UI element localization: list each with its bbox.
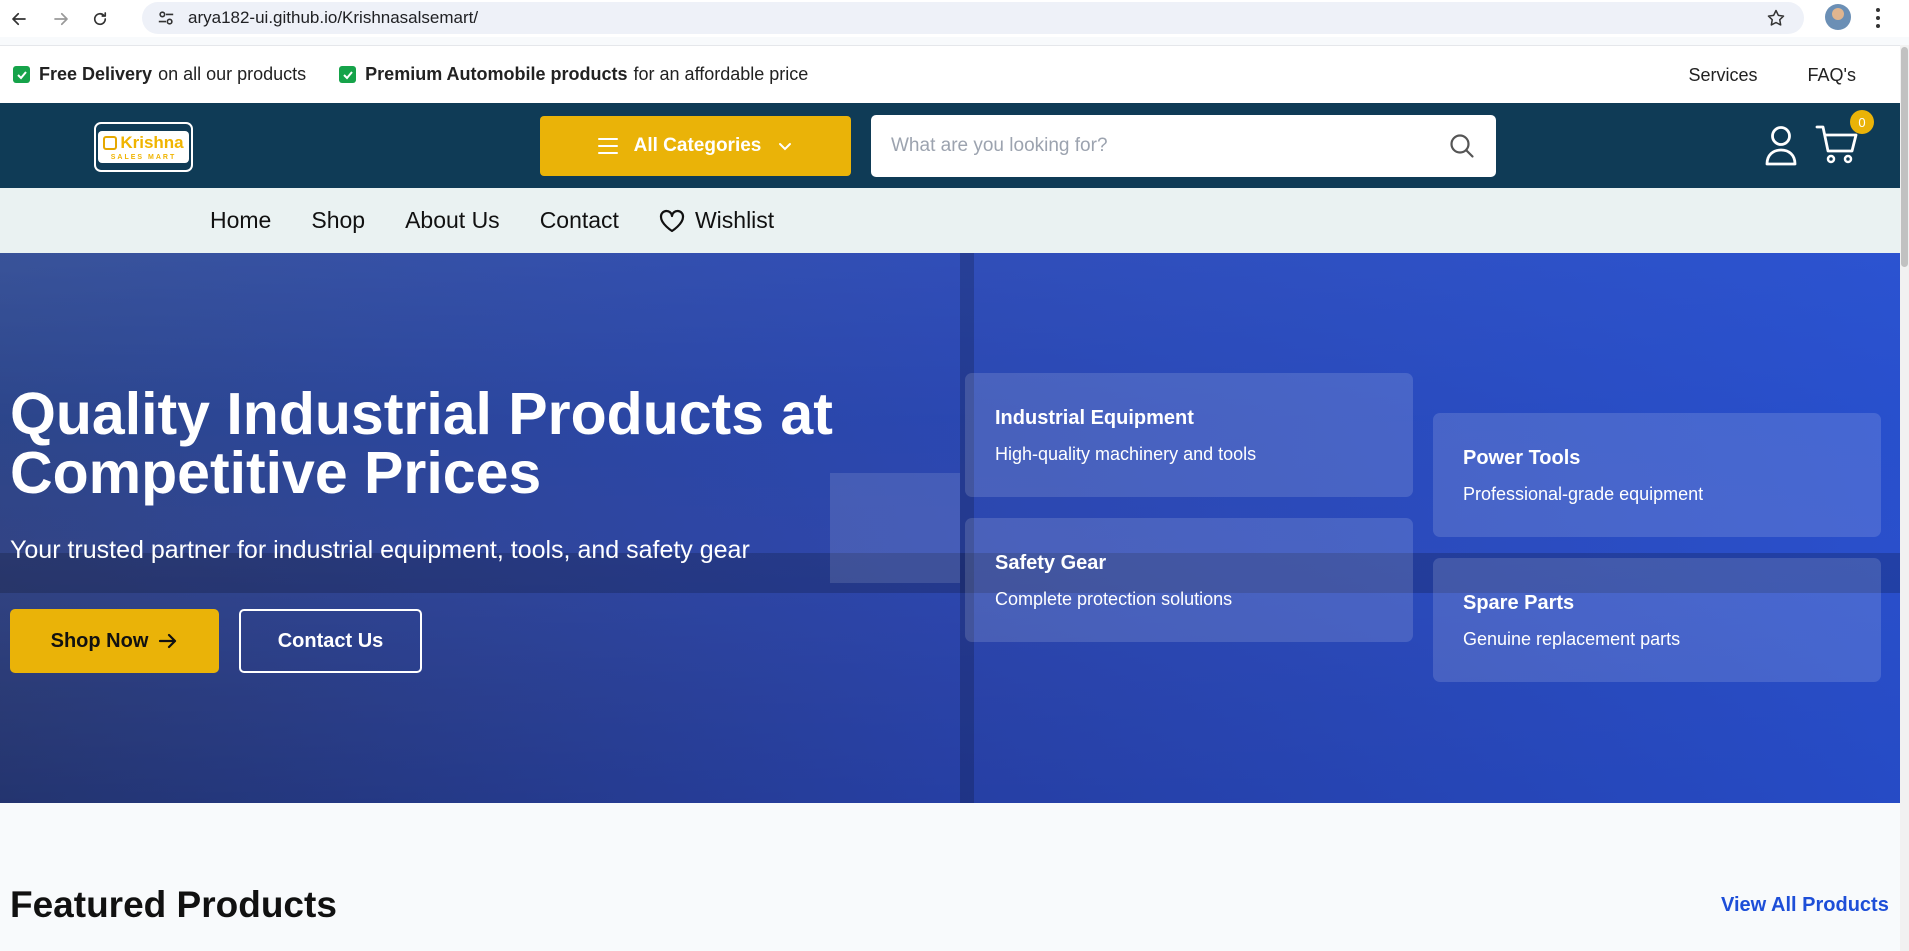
- site-logo[interactable]: Krishna SALES MART: [94, 122, 193, 172]
- category-card-industrial-equipment[interactable]: Industrial Equipment High-quality machin…: [965, 373, 1413, 497]
- search-input[interactable]: [891, 135, 1431, 157]
- shop-now-label: Shop Now: [50, 629, 149, 652]
- hero-banner: Quality Industrial Products at Competiti…: [0, 253, 1900, 803]
- card-description: High-quality machinery and tools: [995, 444, 1257, 464]
- card-description: Complete protection solutions: [995, 589, 1233, 609]
- card-title: Power Tools: [1463, 447, 1581, 469]
- promo-bold: Free Delivery: [39, 64, 153, 84]
- card-description: Professional-grade equipment: [1463, 484, 1704, 504]
- category-card-power-tools[interactable]: Power Tools Professional-grade equipment: [1433, 413, 1881, 537]
- browser-menu-icon[interactable]: [1876, 8, 1882, 28]
- logo-badge-icon: [103, 136, 118, 150]
- featured-products-title: Featured Products: [10, 884, 337, 925]
- logo-subtitle: SALES MART: [110, 154, 177, 161]
- checkbox-icon: [339, 66, 357, 83]
- checkbox-icon: [13, 66, 30, 83]
- hero-title: Quality Industrial Products at Competiti…: [10, 381, 833, 506]
- main-nav: Home Shop About Us Contact Wishlist: [0, 188, 1900, 253]
- nav-contact[interactable]: Contact: [540, 207, 619, 234]
- shop-now-button[interactable]: Shop Now: [10, 609, 219, 673]
- category-card-spare-parts[interactable]: Spare Parts Genuine replacement parts: [1433, 558, 1881, 682]
- reload-icon[interactable]: [89, 8, 111, 30]
- promo-text: for an affordable price: [633, 64, 809, 84]
- card-description: Genuine replacement parts: [1463, 629, 1681, 649]
- services-link[interactable]: Services: [1689, 65, 1758, 86]
- search-box: [871, 115, 1496, 177]
- nav-wishlist[interactable]: Wishlist: [659, 207, 774, 234]
- promo-bar: Free Delivery on all our products Premiu…: [0, 45, 1900, 103]
- contact-us-label: Contact Us: [277, 629, 384, 652]
- logo-text: Krishna: [120, 133, 184, 152]
- page-scrollbar[interactable]: [1900, 45, 1909, 951]
- url-text[interactable]: arya182-ui.github.io/Krishnasalsemart/: [188, 8, 478, 28]
- user-account-icon[interactable]: [1763, 124, 1799, 166]
- card-title: Safety Gear: [995, 552, 1107, 574]
- hero-subtitle: Your trusted partner for industrial equi…: [10, 536, 750, 564]
- site-header: Krishna SALES MART All Categories 0: [0, 103, 1900, 188]
- site-settings-icon[interactable]: [156, 8, 176, 28]
- arrow-right-icon: [159, 633, 177, 649]
- hamburger-icon: [597, 138, 618, 154]
- promo-bold: Premium Automobile products: [365, 64, 628, 84]
- card-title: Spare Parts: [1463, 592, 1575, 614]
- cart-count-badge: 0: [1850, 110, 1874, 134]
- wishlist-label: Wishlist: [694, 207, 775, 233]
- nav-about-us[interactable]: About Us: [405, 207, 500, 234]
- nav-home[interactable]: Home: [210, 207, 271, 234]
- forward-arrow-icon[interactable]: [50, 8, 72, 30]
- nav-shop[interactable]: Shop: [311, 207, 365, 234]
- card-title: Industrial Equipment: [995, 407, 1194, 429]
- promo-premium: Premium Automobile products for an affor…: [339, 64, 808, 85]
- all-categories-label: All Categories: [633, 135, 762, 156]
- heart-icon: [659, 209, 685, 232]
- faq-link[interactable]: FAQ's: [1808, 65, 1856, 86]
- contact-us-button[interactable]: Contact Us: [239, 609, 422, 673]
- bookmark-star-icon[interactable]: [1766, 8, 1786, 28]
- search-icon[interactable]: [1448, 132, 1476, 160]
- chevron-down-icon: [779, 143, 792, 151]
- promo-free-delivery: Free Delivery on all our products: [13, 64, 306, 85]
- category-card-safety-gear[interactable]: Safety Gear Complete protection solution…: [965, 518, 1413, 642]
- profile-avatar[interactable]: [1825, 4, 1851, 30]
- back-arrow-icon[interactable]: [8, 8, 30, 30]
- address-bar[interactable]: arya182-ui.github.io/Krishnasalsemart/: [142, 2, 1804, 34]
- scrollbar-thumb[interactable]: [1901, 47, 1908, 267]
- all-categories-button[interactable]: All Categories: [540, 116, 851, 176]
- promo-text: on all our products: [158, 64, 307, 84]
- view-all-products-link[interactable]: View All Products: [1721, 894, 1889, 917]
- browser-toolbar: arya182-ui.github.io/Krishnasalsemart/: [0, 0, 1909, 37]
